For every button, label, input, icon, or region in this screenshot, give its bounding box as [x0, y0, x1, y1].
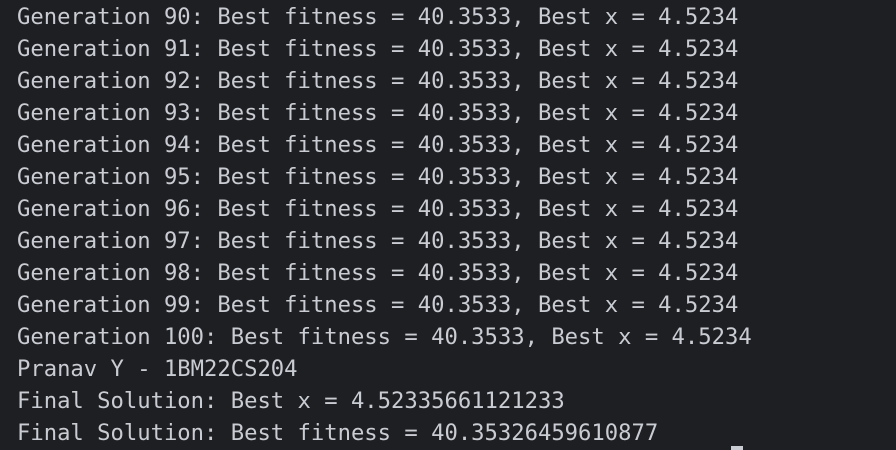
output-line-generation-92: Generation 92: Best fitness = 40.3533, B…	[17, 68, 739, 94]
output-line-generation-93: Generation 93: Best fitness = 40.3533, B…	[17, 100, 739, 126]
output-line-final-best-x: Final Solution: Best x = 4.5233566112123…	[17, 388, 565, 414]
terminal-window[interactable]: Generation 90: Best fitness = 40.3533, B…	[0, 0, 896, 450]
output-line-generation-96: Generation 96: Best fitness = 40.3533, B…	[17, 196, 739, 222]
output-line-author: Pranav Y - 1BM22CS204	[17, 356, 298, 382]
output-line-generation-99: Generation 99: Best fitness = 40.3533, B…	[17, 292, 739, 318]
output-line-generation-100: Generation 100: Best fitness = 40.3533, …	[17, 324, 752, 350]
output-line-generation-94: Generation 94: Best fitness = 40.3533, B…	[17, 132, 739, 158]
output-line-generation-97: Generation 97: Best fitness = 40.3533, B…	[17, 228, 739, 254]
output-line-generation-90: Generation 90: Best fitness = 40.3533, B…	[17, 4, 739, 30]
output-line-final-best-fitness: Final Solution: Best fitness = 40.353264…	[17, 420, 659, 446]
output-line-generation-95: Generation 95: Best fitness = 40.3533, B…	[17, 164, 739, 190]
output-line-generation-91: Generation 91: Best fitness = 40.3533, B…	[17, 36, 739, 62]
terminal-output: Generation 90: Best fitness = 40.3533, B…	[17, 1, 752, 449]
output-line-generation-98: Generation 98: Best fitness = 40.3533, B…	[17, 260, 739, 286]
terminal-cursor	[731, 446, 743, 450]
